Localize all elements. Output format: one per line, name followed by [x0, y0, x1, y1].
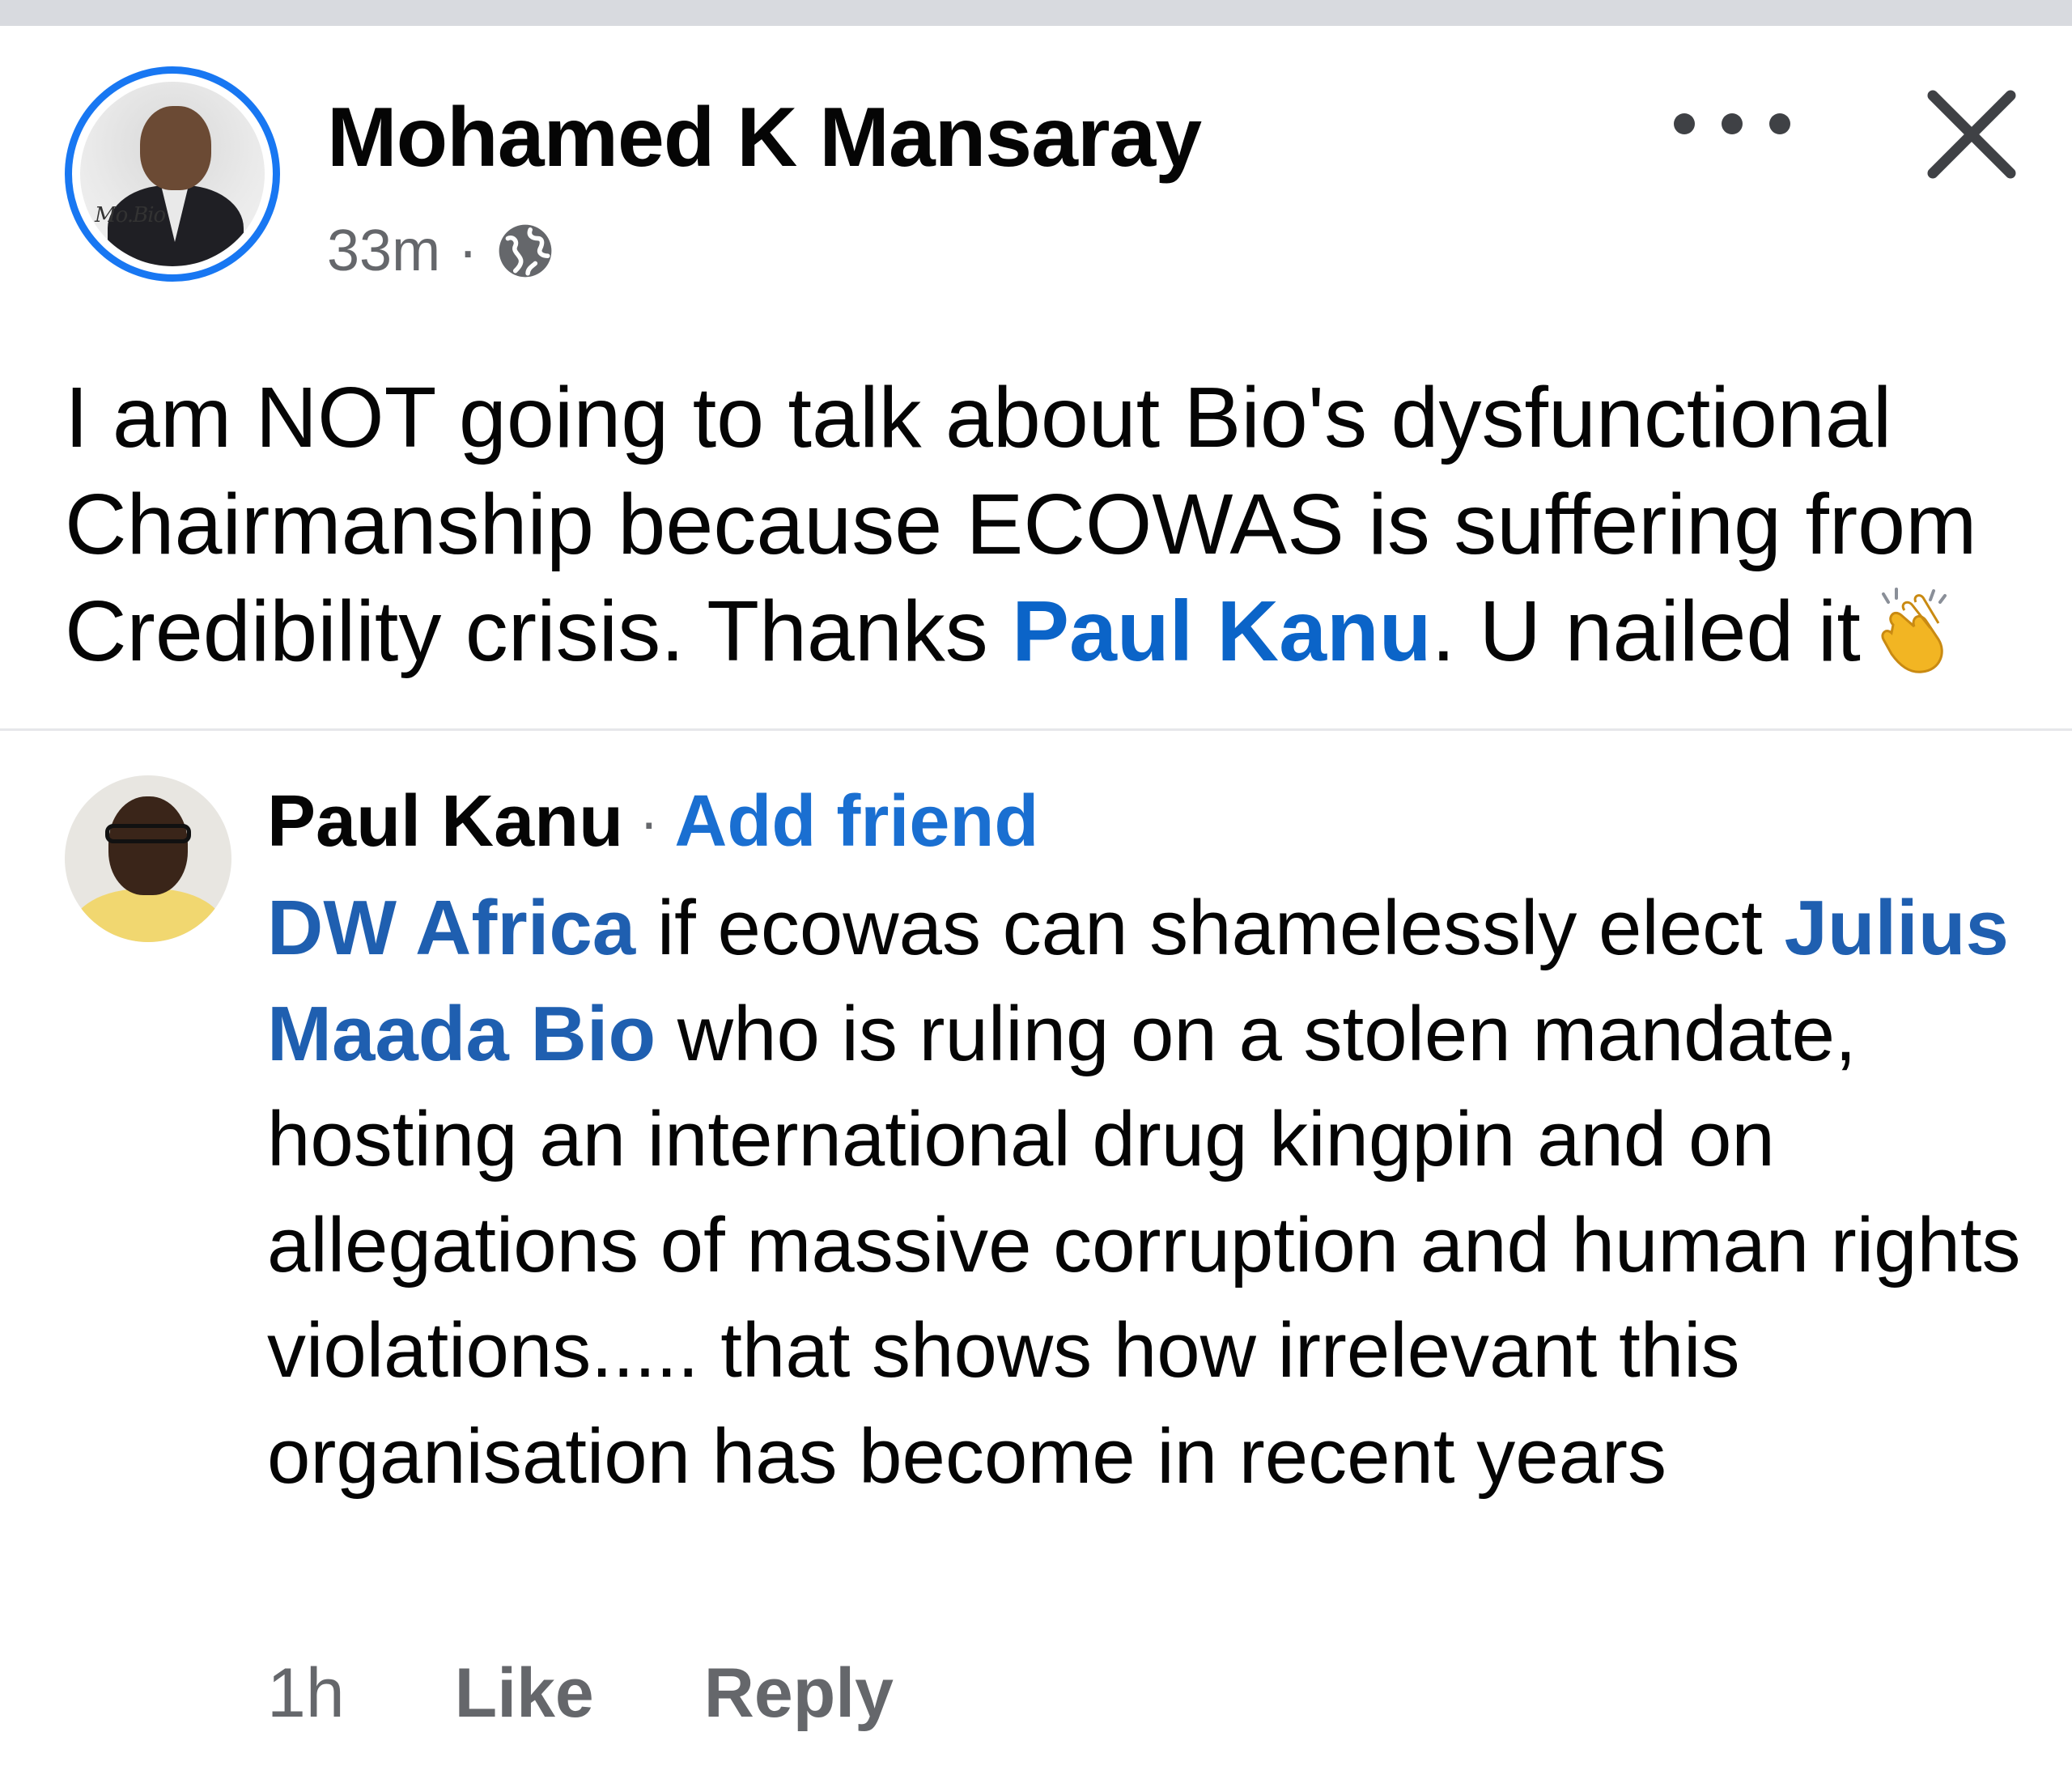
- commenter-avatar[interactable]: [65, 775, 231, 942]
- reply-button[interactable]: Reply: [704, 1658, 894, 1728]
- comment-header: Paul Kanu · Add friend: [267, 777, 1038, 866]
- like-button[interactable]: Like: [455, 1658, 594, 1728]
- top-border: [0, 0, 2072, 26]
- globe-icon: [499, 224, 552, 278]
- avatar-signature: Mo.Bio: [95, 203, 166, 227]
- post-meta: 33m ·: [327, 219, 555, 283]
- comment-mention-dw-africa[interactable]: DW Africa: [267, 885, 635, 971]
- post-timestamp[interactable]: 33m: [327, 222, 440, 280]
- comment-body: DW Africa if ecowas can shamelessly elec…: [267, 876, 2032, 1509]
- post-text-part2: . U nailed it: [1431, 584, 1861, 679]
- post-body: I am NOT going to talk about Bio's dysfu…: [65, 364, 2007, 685]
- more-options-icon[interactable]: [1674, 96, 1790, 152]
- commenter-name[interactable]: Paul Kanu: [267, 785, 623, 858]
- comment-timestamp[interactable]: 1h: [267, 1658, 345, 1728]
- comment-separator: ·: [639, 790, 659, 853]
- comment-text-part1: if ecowas can shamelessly elect: [635, 885, 1785, 971]
- author-avatar-photo: Mo.Bio: [80, 82, 265, 266]
- add-friend-button[interactable]: Add friend: [674, 785, 1038, 858]
- post-author-name[interactable]: Mohamed K Mansaray: [327, 96, 1202, 180]
- post-mention-link[interactable]: Paul Kanu: [1012, 584, 1431, 679]
- author-avatar[interactable]: Mo.Bio: [65, 66, 280, 282]
- clapping-hands-icon: [1881, 588, 1947, 673]
- close-icon[interactable]: [1921, 84, 2022, 185]
- meta-separator: ·: [458, 219, 478, 283]
- comment-actions: 1h Like Reply: [267, 1653, 894, 1734]
- post-comment-divider: [0, 728, 2072, 731]
